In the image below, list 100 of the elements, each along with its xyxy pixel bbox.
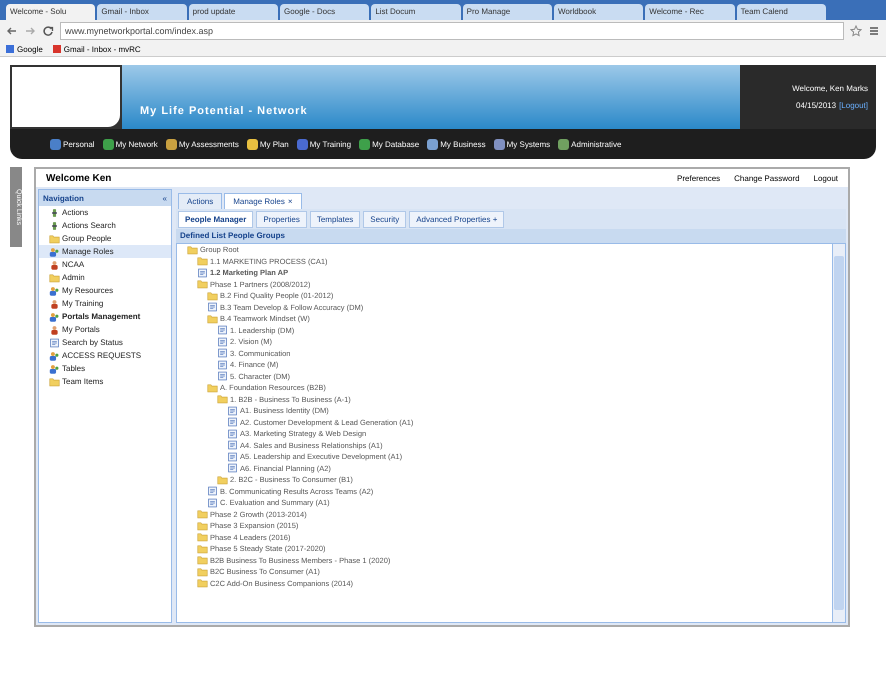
- menu-item[interactable]: Administrative: [558, 138, 622, 150]
- people-icon: [49, 246, 60, 256]
- browser-tab[interactable]: Pro Manage: [462, 4, 552, 20]
- menu-item[interactable]: My Plan: [246, 138, 289, 150]
- menu-item[interactable]: My Business: [427, 138, 486, 150]
- person-icon: [49, 260, 60, 270]
- back-icon[interactable]: [6, 25, 18, 37]
- header-link[interactable]: Logout: [814, 174, 838, 182]
- person-icon: [49, 298, 60, 308]
- sub-tab[interactable]: Security: [363, 210, 406, 228]
- people-icon: [49, 286, 60, 296]
- document-icon: [49, 338, 60, 348]
- navigation-item[interactable]: My Portals: [39, 323, 171, 336]
- navigation-item[interactable]: Tables: [39, 362, 171, 375]
- folder-icon: [197, 566, 208, 577]
- sub-tab[interactable]: Properties: [256, 210, 307, 228]
- folder-icon: [197, 544, 208, 554]
- folder-icon: [197, 279, 208, 290]
- navigation-item[interactable]: My Resources: [39, 284, 171, 297]
- navigation-item[interactable]: Team Items: [39, 375, 171, 388]
- menu-item[interactable]: Personal: [50, 138, 95, 150]
- bookmark[interactable]: Google: [6, 44, 43, 54]
- document-icon: [217, 348, 228, 358]
- tab[interactable]: Manage Roles ×: [224, 193, 302, 209]
- date-text: 04/15/2013: [796, 101, 836, 110]
- browser-tab[interactable]: prod update: [188, 4, 278, 20]
- browser-tab[interactable]: List Docum: [371, 4, 461, 20]
- document-icon: [217, 360, 228, 370]
- document-icon: [227, 463, 238, 474]
- people-icon: [49, 312, 60, 322]
- document-icon: [227, 452, 238, 462]
- star-icon[interactable]: [850, 25, 862, 37]
- browser-tab[interactable]: Team Calend: [736, 4, 826, 20]
- folder-icon: [197, 256, 208, 266]
- menu-item[interactable]: My Training: [296, 138, 352, 150]
- sub-tab[interactable]: People Manager: [178, 210, 254, 228]
- navigation-item[interactable]: Admin: [39, 271, 171, 284]
- person-icon: [49, 324, 60, 334]
- folder-icon: [207, 382, 218, 393]
- people-icon: [49, 364, 60, 374]
- sub-tab[interactable]: Templates: [310, 210, 360, 228]
- browser-tab[interactable]: Google - Docs: [280, 4, 370, 20]
- folder-icon: [217, 474, 228, 485]
- address-field[interactable]: www.mynetworkportal.com/index.asp: [60, 22, 844, 40]
- document-icon: [217, 371, 228, 382]
- folder-icon: [197, 555, 208, 566]
- navigation-item[interactable]: NCAA: [39, 258, 171, 271]
- document-icon: [227, 428, 238, 439]
- tool-icon: [49, 220, 60, 230]
- document-icon: [227, 406, 238, 416]
- tool-icon: [49, 208, 60, 218]
- document-icon: [207, 498, 218, 508]
- close-icon[interactable]: ×: [288, 197, 292, 206]
- header-link[interactable]: Preferences: [677, 174, 720, 182]
- navigation-title: Navigation: [43, 194, 84, 202]
- menu-item[interactable]: My Database: [359, 138, 420, 150]
- people-icon: [49, 350, 60, 360]
- folder-icon: [197, 532, 208, 542]
- document-icon: [217, 336, 228, 347]
- navigation-item[interactable]: Actions Search: [39, 219, 171, 232]
- header-link[interactable]: Change Password: [734, 174, 800, 182]
- menu-item[interactable]: My Network: [102, 138, 158, 150]
- document-icon: [227, 440, 238, 450]
- sub-tab[interactable]: Advanced Properties +: [409, 210, 504, 228]
- folder-icon: [197, 509, 208, 520]
- browser-tab[interactable]: Gmail - Inbox: [97, 4, 187, 20]
- folder-icon: [217, 394, 228, 404]
- folder-icon: [49, 272, 60, 282]
- document-icon: [207, 302, 218, 312]
- navigation-item[interactable]: Actions: [39, 206, 171, 219]
- scrollbar[interactable]: [832, 244, 845, 622]
- tree-header: Defined List People Groups: [176, 229, 846, 243]
- document-icon: [227, 417, 238, 428]
- navigation-item[interactable]: Search by Status: [39, 336, 171, 349]
- browser-tab[interactable]: Welcome - Solu: [6, 4, 96, 20]
- navigation-item[interactable]: Portals Management: [39, 310, 171, 323]
- collapse-button[interactable]: «: [162, 194, 167, 202]
- panel-title: Welcome Ken: [46, 172, 112, 184]
- folder-icon: [207, 314, 218, 324]
- browser-tab[interactable]: Worldbook: [554, 4, 644, 20]
- document-icon: [217, 325, 228, 336]
- bookmark[interactable]: Gmail - Inbox - mvRC: [52, 44, 141, 54]
- tab[interactable]: Actions: [178, 193, 222, 209]
- menu-item[interactable]: My Systems: [494, 138, 550, 150]
- folder-icon: [207, 290, 218, 301]
- site-title: My Life Potential - Network: [140, 105, 308, 117]
- menu-item[interactable]: My Assessments: [166, 138, 239, 150]
- document-icon: [197, 268, 208, 278]
- navigation-item[interactable]: Group People: [39, 232, 171, 245]
- browser-tab[interactable]: Welcome - Rec: [645, 4, 735, 20]
- menu-icon[interactable]: [868, 25, 880, 37]
- folder-icon: [197, 520, 208, 531]
- reload-icon[interactable]: [42, 25, 54, 37]
- folder-icon: [49, 376, 60, 386]
- logout-link[interactable]: [Logout]: [839, 101, 868, 110]
- navigation-item[interactable]: My Training: [39, 297, 171, 310]
- folder-icon: [197, 578, 208, 588]
- navigation-item[interactable]: ACCESS REQUESTS: [39, 349, 171, 362]
- welcome-text: Welcome, Ken Marks: [792, 84, 868, 93]
- navigation-item[interactable]: Manage Roles: [39, 245, 171, 258]
